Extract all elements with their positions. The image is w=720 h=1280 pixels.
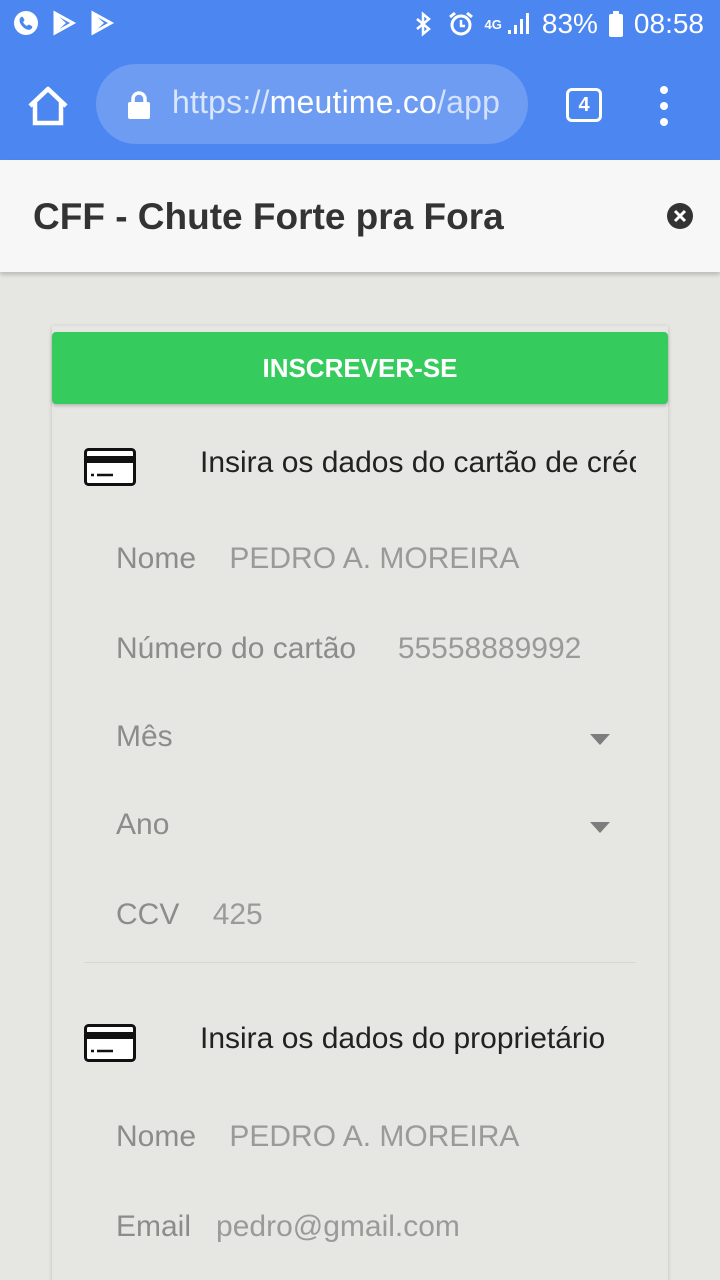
chevron-down-icon bbox=[590, 822, 610, 833]
signal-icon bbox=[507, 13, 529, 34]
card-name-value: PEDRO A. MOREIRA bbox=[229, 542, 520, 575]
url-host: meutime.co bbox=[269, 84, 438, 120]
subscription-card: INSCREVER-SE Insira os dados do cartão d… bbox=[52, 326, 668, 1280]
card-name-field[interactable]: Nome PEDRO A. MOREIRA bbox=[116, 542, 636, 586]
ccv-value: 425 bbox=[212, 898, 263, 931]
system-icons: 4G 83% 08:58 bbox=[409, 8, 704, 40]
url-text: https://meutime.co/app bbox=[172, 84, 512, 121]
card-number-value: 55558889992 bbox=[397, 632, 582, 665]
battery-icon bbox=[608, 11, 623, 37]
page-title: CFF - Chute Forte pra Fora bbox=[33, 196, 504, 237]
section-divider bbox=[84, 962, 636, 963]
url-path: /app bbox=[437, 84, 501, 120]
phone-icon bbox=[14, 11, 38, 35]
play-store-icon bbox=[91, 10, 115, 36]
owner-name-value: PEDRO A. MOREIRA bbox=[229, 1120, 520, 1153]
credit-card-icon bbox=[84, 1024, 136, 1062]
owner-section-heading: Insira os dados do proprietário bbox=[200, 1022, 606, 1055]
owner-section-header: Insira os dados do proprietário bbox=[84, 1020, 636, 1070]
home-icon[interactable] bbox=[26, 84, 70, 128]
subscribe-button[interactable]: INSCREVER-SE bbox=[52, 332, 668, 404]
notification-icons bbox=[12, 9, 116, 37]
lock-icon bbox=[128, 91, 150, 119]
month-label: Mês bbox=[116, 720, 173, 753]
play-store-icon bbox=[53, 10, 77, 36]
chevron-down-icon bbox=[590, 734, 610, 745]
month-select[interactable]: Mês bbox=[116, 720, 636, 764]
page-header: CFF - Chute Forte pra Fora bbox=[0, 160, 720, 272]
owner-email-label: Email bbox=[116, 1210, 192, 1243]
card-section-header: Insira os dados do cartão de crédito bbox=[84, 444, 636, 494]
owner-name-field[interactable]: Nome PEDRO A. MOREIRA bbox=[116, 1120, 636, 1164]
ccv-field[interactable]: CCV 425 bbox=[116, 898, 636, 942]
card-name-label: Nome bbox=[116, 542, 197, 575]
owner-name-label: Nome bbox=[116, 1120, 197, 1153]
ccv-label: CCV bbox=[116, 898, 180, 931]
more-icon[interactable] bbox=[652, 86, 676, 126]
close-icon[interactable] bbox=[666, 202, 694, 230]
tabs-button[interactable]: 4 bbox=[566, 88, 602, 122]
bluetooth-icon bbox=[415, 11, 431, 37]
clock: 08:58 bbox=[633, 8, 704, 39]
tab-count: 4 bbox=[578, 93, 590, 116]
alarm-icon bbox=[448, 11, 473, 36]
card-number-label: Número do cartão bbox=[116, 632, 357, 665]
year-select[interactable]: Ano bbox=[116, 808, 636, 852]
url-bar[interactable]: https://meutime.co/app bbox=[96, 64, 528, 144]
network-type: 4G bbox=[484, 16, 502, 32]
status-bar: 4G 83% 08:58 bbox=[0, 0, 720, 50]
year-label: Ano bbox=[116, 808, 170, 841]
card-number-field[interactable]: Número do cartão 55558889992 bbox=[116, 632, 636, 676]
owner-email-field[interactable]: Email pedro@gmail.com bbox=[116, 1210, 636, 1254]
browser-toolbar: https://meutime.co/app 4 bbox=[0, 50, 720, 160]
owner-email-value: pedro@gmail.com bbox=[216, 1210, 460, 1243]
battery-percent: 83% bbox=[541, 8, 598, 39]
card-section-heading: Insira os dados do cartão de crédito bbox=[200, 446, 636, 479]
credit-card-icon bbox=[84, 448, 136, 486]
url-scheme: https:// bbox=[172, 84, 270, 120]
